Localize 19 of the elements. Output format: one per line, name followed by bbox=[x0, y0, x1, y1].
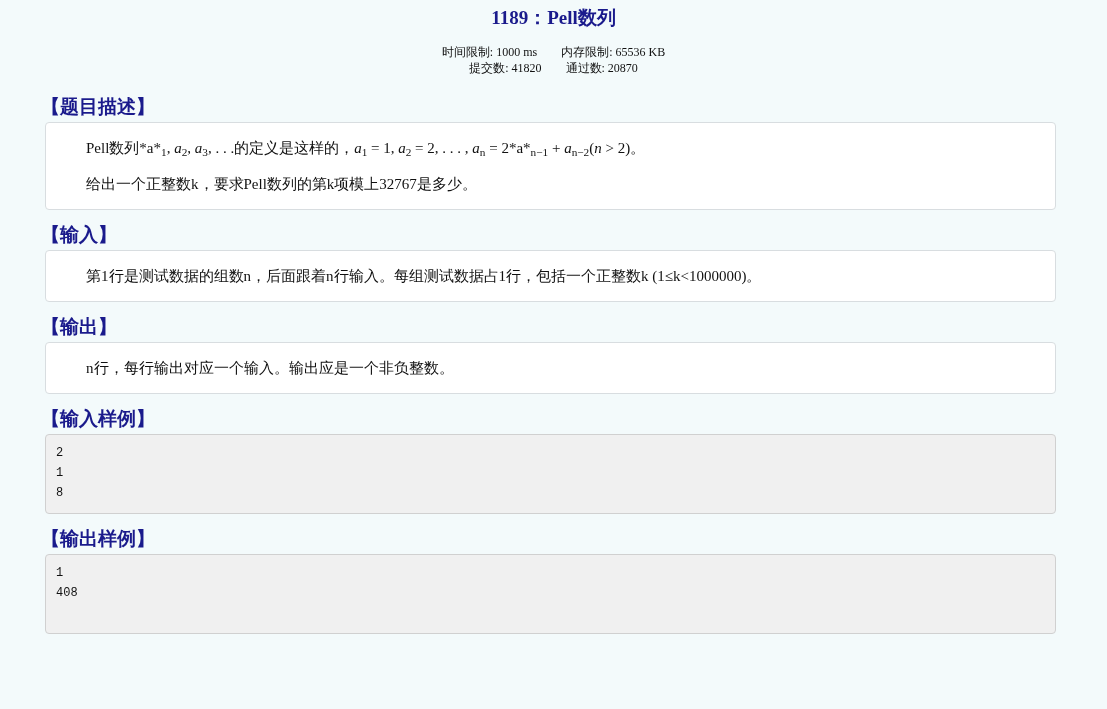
paragraph-text: 给出一个正整数k，要求Pell数列的第k项模上32767是多少。 bbox=[86, 175, 478, 194]
section-heading: 【输出】 bbox=[41, 314, 118, 338]
section-heading: 【输入样例】 bbox=[41, 406, 156, 430]
sample-line: 1 bbox=[56, 565, 64, 582]
section-heading: 【题目描述】 bbox=[41, 94, 156, 118]
stat-text: 内存限制: 65536 KB bbox=[561, 44, 666, 60]
paragraph-text: n行，每行输出对应一个输入。输出应是一个非负整数。 bbox=[86, 359, 455, 378]
section-heading: 【输入】 bbox=[41, 222, 118, 246]
stat-text: 通过数: 20870 bbox=[565, 60, 638, 76]
sample-line: 2 bbox=[56, 445, 64, 462]
stat-text: 时间限制: 1000 ms bbox=[441, 44, 538, 60]
problem-title: 1189：Pell数列 bbox=[490, 6, 617, 30]
paragraph-text: Pell数列*a*$_{1}$, a$_{2}$, a$_{3}$, . . .的定义是这样的，a$_{1}$ = 1, a$_{2}$ = 2, . . . , a$_{n}$ = 2*a*$_{n−1}$ + a$_{n−2}$(n > 2)。 bbox=[86, 139, 647, 159]
stat-text: 提交数: 41820 bbox=[469, 60, 542, 76]
sample-line: 8 bbox=[56, 485, 64, 502]
sample-line: 408 bbox=[56, 585, 78, 602]
paragraph-text: 第1行是测试数据的组数n，后面跟着n行输入。每组测试数据占1行，包括一个正整数k (1≤k<1000000)。 bbox=[86, 267, 763, 286]
section-heading: 【输出样例】 bbox=[41, 526, 156, 550]
sample-line: 1 bbox=[56, 465, 64, 482]
